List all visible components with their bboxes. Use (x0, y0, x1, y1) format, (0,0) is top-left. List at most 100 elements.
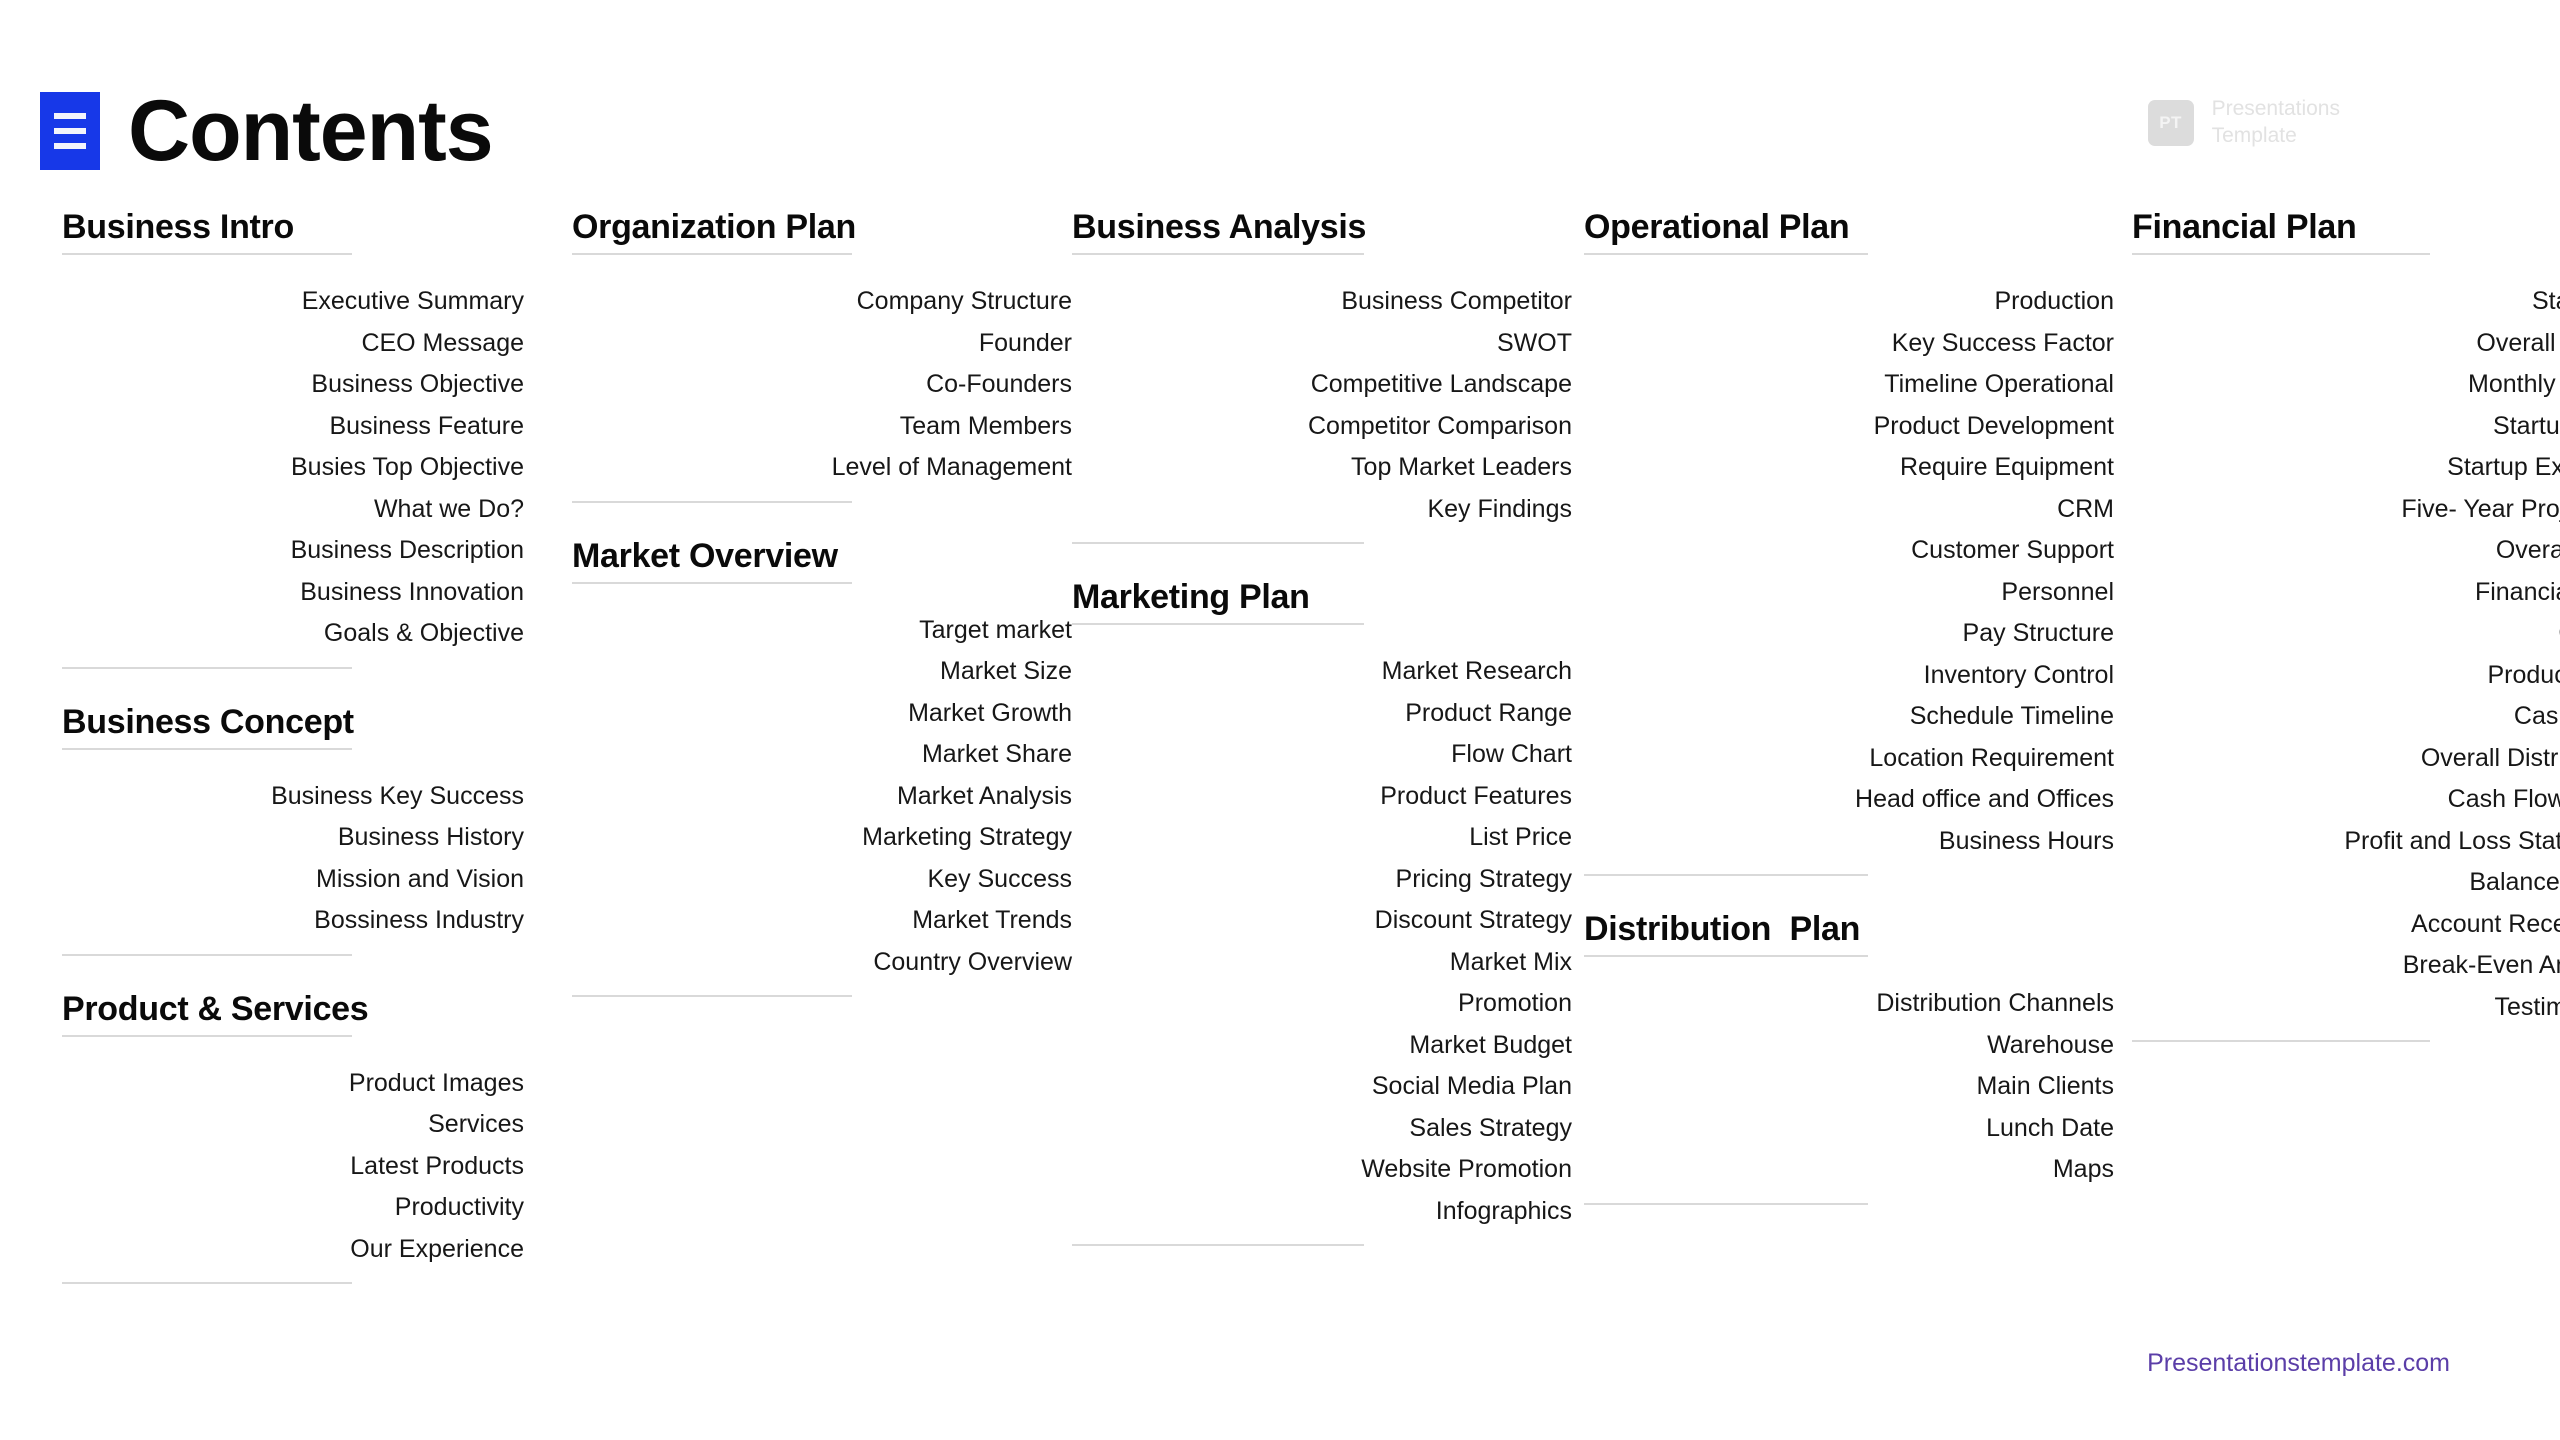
contents-item[interactable]: Location Requirement (1584, 738, 2114, 780)
contents-item[interactable]: Production (1584, 281, 2114, 323)
contents-item[interactable]: Competitive Landscape (1072, 364, 1572, 406)
contents-item[interactable]: Marketing Strategy (572, 817, 1072, 859)
contents-item[interactable]: Testimonials (2132, 987, 2560, 1029)
contents-item-list: Company Structure Founder Co-Founders Team … (572, 281, 1072, 489)
contents-item[interactable]: Market Share (572, 734, 1072, 776)
contents-item[interactable]: CRM (1584, 489, 2114, 531)
contents-item[interactable]: Require Equipment (1584, 447, 2114, 489)
contents-item[interactable]: Personnel (1584, 572, 2114, 614)
contents-item[interactable]: Competitor Comparison (1072, 406, 1572, 448)
contents-item[interactable]: Maps (1584, 1149, 2114, 1191)
contents-item[interactable]: Inventory Control (1584, 655, 2114, 697)
contents-item[interactable]: Flow Chart (1072, 734, 1572, 776)
contents-item[interactable]: Market Budget (1072, 1025, 1572, 1067)
contents-item[interactable]: Discount Strategy (1072, 900, 1572, 942)
contents-item[interactable]: Market Mix (1072, 942, 1572, 984)
contents-item[interactable]: Distribution Channels (1584, 983, 2114, 1025)
contents-item[interactable]: Key Findings (1072, 489, 1572, 531)
contents-item[interactable]: Latest Products (62, 1146, 524, 1188)
contents-item[interactable]: Business Innovation (62, 572, 524, 614)
contents-item[interactable]: Key Success (572, 859, 1072, 901)
contents-item[interactable]: Market Size (572, 651, 1072, 693)
contents-item[interactable]: Top Market Leaders (1072, 447, 1572, 489)
contents-item[interactable]: Product Images (62, 1063, 524, 1105)
contents-item[interactable]: Level of Management (572, 447, 1072, 489)
contents-item[interactable]: Bossiness Industry (62, 900, 524, 942)
contents-item[interactable]: Overall Plan (2132, 530, 2560, 572)
contents-item[interactable]: Startup Expense (2132, 447, 2560, 489)
column-2: Organization Plan Company Structure Founde… (562, 208, 1072, 998)
contents-item[interactable]: Website Promotion (1072, 1149, 1572, 1191)
contents-item[interactable]: Product Features (1072, 776, 1572, 818)
contents-item[interactable]: Cash Flow (2132, 696, 2560, 738)
contents-item[interactable]: Goals & Objective (62, 613, 524, 655)
contents-item[interactable]: Founder (572, 323, 1072, 365)
contents-item[interactable]: Schedule Timeline (1584, 696, 2114, 738)
contents-group: Business Concept Business Key Success Busi… (62, 703, 562, 956)
contents-item[interactable]: Product Development (1584, 406, 2114, 448)
contents-item[interactable]: List Price (1072, 817, 1572, 859)
contents-item[interactable]: Lunch Date (1584, 1108, 2114, 1150)
group-title: Operational Plan (1584, 208, 1850, 246)
contents-item[interactable]: Account Receivable (2132, 904, 2560, 946)
contents-item[interactable]: Key Success Factor (1584, 323, 2114, 365)
contents-item[interactable]: Mission and Vision (62, 859, 524, 901)
contents-item[interactable]: Our Experience (62, 1229, 524, 1271)
contents-item[interactable]: Market Growth (572, 693, 1072, 735)
contents-item-list: Executive Summary CEO Message Business Obj… (62, 281, 562, 655)
contents-item[interactable]: Customer Support (1584, 530, 2114, 572)
contents-item[interactable]: Co-Founders (572, 364, 1072, 406)
contents-item[interactable]: Sales Strategy (1072, 1108, 1572, 1150)
contents-item[interactable]: Market Research (1072, 651, 1572, 693)
contents-item[interactable]: Monthly Funds (2132, 364, 2560, 406)
contents-item[interactable]: Business Feature (62, 406, 524, 448)
contents-item[interactable]: Market Analysis (572, 776, 1072, 818)
contents-item[interactable]: Startup Cost (2132, 406, 2560, 448)
contents-item[interactable]: Charts (2132, 613, 2560, 655)
contents-item[interactable]: Target market (572, 610, 1072, 652)
contents-item[interactable]: Business Objective (62, 364, 524, 406)
contents-item[interactable]: Overall Distribution (2132, 738, 2560, 780)
contents-item[interactable]: Product Range (1072, 693, 1572, 735)
contents-item[interactable]: Business Key Success (62, 776, 524, 818)
contents-item[interactable]: Country Overview (572, 942, 1072, 984)
contents-item[interactable]: Business Hours (1584, 821, 2114, 863)
contents-item[interactable]: Head office and Offices (1584, 779, 2114, 821)
contents-item[interactable]: Busies Top Objective (62, 447, 524, 489)
contents-item[interactable]: Business History (62, 817, 524, 859)
contents-item[interactable]: Profit and Loss Statement (2132, 821, 2560, 863)
contents-item[interactable]: Pricing Strategy (1072, 859, 1572, 901)
contents-item[interactable]: Infographics (1072, 1191, 1572, 1233)
contents-group: Business Intro Executive Summary CEO Messa… (62, 208, 562, 669)
contents-item[interactable]: Overall Funds (2132, 323, 2560, 365)
contents-item[interactable]: SWOT (1072, 323, 1572, 365)
contents-item[interactable]: Productivity (62, 1187, 524, 1229)
contents-item[interactable]: CEO Message (62, 323, 524, 365)
contents-item[interactable]: Cash Flow Table (2132, 779, 2560, 821)
contents-item[interactable]: Balance Sheet (2132, 862, 2560, 904)
footer-website-link[interactable]: Presentationstemplate.com (2147, 1349, 2450, 1378)
contents-group: Organization Plan Company Structure Founde… (572, 208, 1072, 503)
contents-item[interactable]: Executive Summary (62, 281, 524, 323)
contents-item[interactable]: Main Clients (1584, 1066, 2114, 1108)
contents-item[interactable]: Five- Year Projection (2132, 489, 2560, 531)
hamburger-menu-icon[interactable] (40, 92, 100, 170)
contents-item[interactable]: Financial Year (2132, 572, 2560, 614)
contents-item[interactable]: Promotion (1072, 983, 1572, 1025)
contents-item[interactable]: Pay Structure (1584, 613, 2114, 655)
contents-item[interactable]: Warehouse (1584, 1025, 2114, 1067)
contents-item[interactable]: Social Media Plan (1072, 1066, 1572, 1108)
contents-item[interactable]: Market Trends (572, 900, 1072, 942)
group-divider-top (572, 253, 852, 256)
contents-item[interactable]: Company Structure (572, 281, 1072, 323)
contents-item[interactable]: Business Competitor (1072, 281, 1572, 323)
contents-item[interactable]: Team Members (572, 406, 1072, 448)
contents-item[interactable]: Statistics (2132, 281, 2560, 323)
group-divider-bottom (2132, 1040, 2430, 1043)
contents-item[interactable]: Timeline Operational (1584, 364, 2114, 406)
contents-item[interactable]: Business Description (62, 530, 524, 572)
contents-item[interactable]: Services (62, 1104, 524, 1146)
contents-item[interactable]: What we Do? (62, 489, 524, 531)
contents-item[interactable]: Break-Even Analysis (2132, 945, 2560, 987)
contents-item[interactable]: Product Cost (2132, 655, 2560, 697)
